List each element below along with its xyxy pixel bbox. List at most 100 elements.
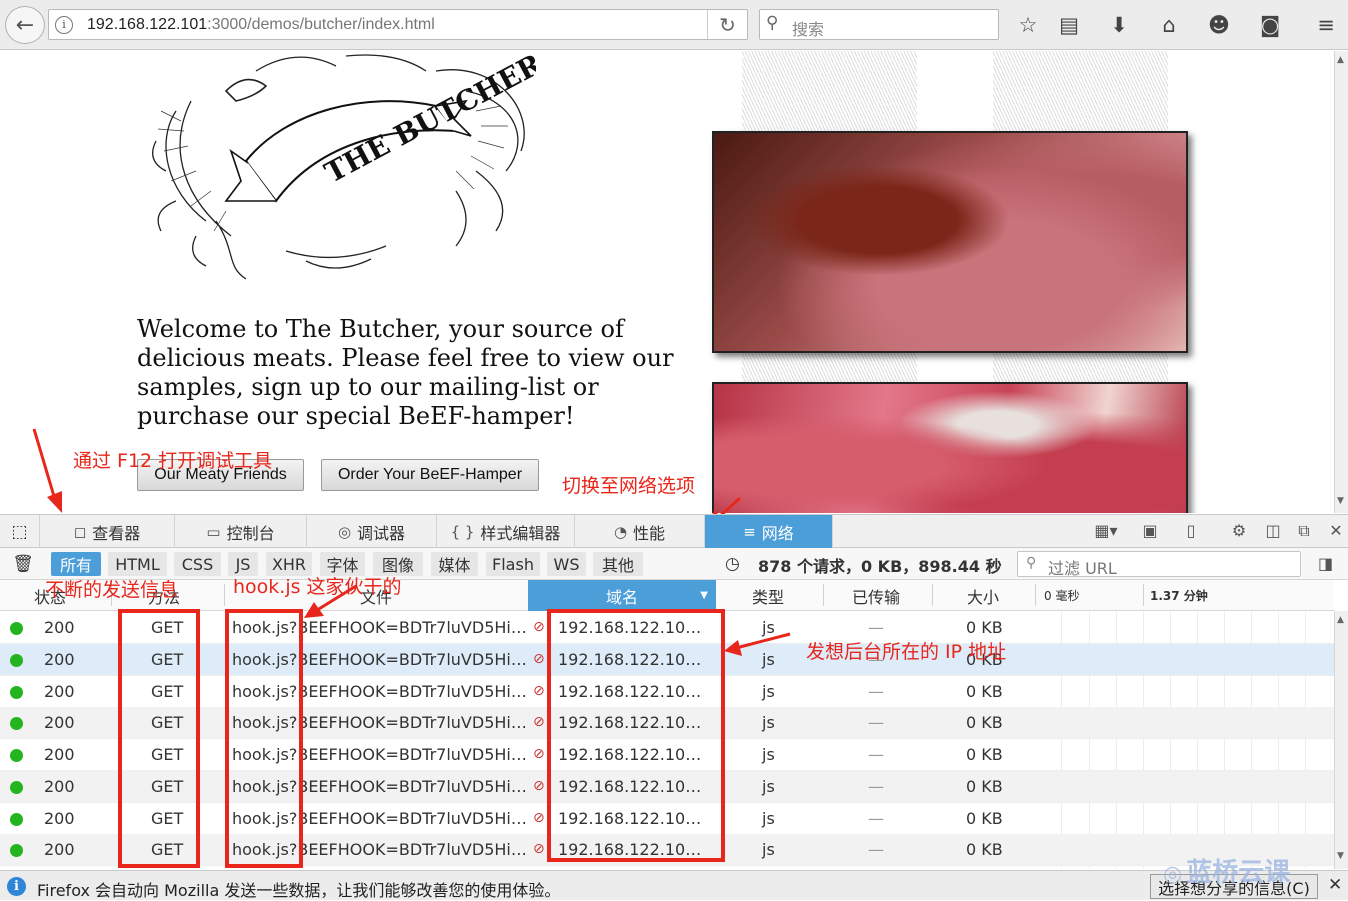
dock-side-icon[interactable]: ◫ xyxy=(1262,520,1284,542)
arrow-annotation xyxy=(724,632,791,656)
status-ok-icon xyxy=(10,685,23,699)
col-domain[interactable]: 域名 ▼ xyxy=(528,580,716,611)
status-cell: 200 xyxy=(44,681,75,701)
page-content: THE BUTCHER Welcome to The Butcher, your… xyxy=(0,51,1334,513)
url-filter-input[interactable]: ⚲ 过滤 URL xyxy=(1017,551,1301,578)
bookmark-star-icon[interactable]: ☆ xyxy=(1014,11,1042,39)
type-cell: js xyxy=(762,840,775,860)
reading-list-icon[interactable]: ▤ xyxy=(1055,11,1083,39)
download-icon[interactable]: ⬇ xyxy=(1105,11,1133,39)
tab-performance[interactable]: ◔ 性能 xyxy=(575,515,705,548)
cloud-icon: ◎ xyxy=(1163,862,1183,887)
status-cell: 200 xyxy=(44,776,75,796)
filter-ws[interactable]: WS xyxy=(547,552,586,576)
pocket-icon[interactable]: ◙ xyxy=(1256,11,1284,39)
size-cell: 0 KB xyxy=(966,618,1003,637)
roast-beef-image xyxy=(712,131,1188,353)
type-cell: js xyxy=(762,776,775,796)
inspector-icon: ◻ xyxy=(73,522,87,541)
tab-debugger[interactable]: ◎ 调试器 xyxy=(307,515,437,548)
close-icon[interactable]: ✕ xyxy=(1328,875,1342,895)
highlight-file-box xyxy=(225,609,303,868)
filter-css[interactable]: CSS xyxy=(174,552,221,576)
style-editor-icon: { } xyxy=(450,522,475,541)
transferred-cell: — xyxy=(868,618,884,637)
type-cell: js xyxy=(762,808,775,828)
responsive-icon[interactable]: ▯ xyxy=(1180,520,1202,542)
transferred-cell: — xyxy=(868,713,884,733)
col-transferred[interactable]: 已传输 xyxy=(852,580,900,611)
order-hamper-button[interactable]: Order Your BeEF-Hamper xyxy=(321,459,539,491)
search-placeholder: 搜索 xyxy=(792,20,825,39)
filter-html[interactable]: HTML xyxy=(108,552,167,576)
status-ok-icon xyxy=(10,717,23,731)
split-console-icon[interactable]: ▣ xyxy=(1139,520,1161,542)
filter-media[interactable]: 媒体 xyxy=(431,552,478,576)
background-texture xyxy=(993,51,1168,131)
background-texture xyxy=(742,351,917,383)
status-cell: 200 xyxy=(44,618,75,637)
sidebar-toggle-icon[interactable]: ◨ xyxy=(1318,554,1333,573)
raw-beef-image xyxy=(712,382,1188,513)
home-icon[interactable]: ⌂ xyxy=(1155,11,1183,39)
debugger-icon: ◎ xyxy=(337,522,352,541)
undock-icon[interactable]: ⧉ xyxy=(1293,520,1315,542)
url-field[interactable]: i 192.168.122.101:3000/demos/butcher/ind… xyxy=(48,9,748,40)
butcher-logo: THE BUTCHER xyxy=(152,51,536,280)
filter-flash[interactable]: Flash xyxy=(486,552,540,576)
url-text: 192.168.122.101:3000/demos/butcher/index… xyxy=(87,16,435,33)
clear-trash-icon[interactable]: 🗑 xyxy=(8,552,38,576)
network-filter-bar: 🗑 所有 HTML CSS JS XHR 字体 图像 媒体 Flash WS 其… xyxy=(0,548,1348,580)
notification-text: Firefox 会自动向 Mozilla 发送一些数据，让我们能够改善您的使用体… xyxy=(37,881,561,900)
status-cell: 200 xyxy=(44,840,75,860)
filter-other[interactable]: 其他 xyxy=(593,552,643,576)
browser-toolbar: ← i 192.168.122.101:3000/demos/butcher/i… xyxy=(0,0,1348,50)
status-ok-icon xyxy=(10,622,23,635)
status-ok-icon xyxy=(10,844,23,858)
tab-style-editor[interactable]: { } 样式编辑器 xyxy=(437,515,575,548)
settings-gear-icon[interactable]: ⚙ xyxy=(1228,520,1250,542)
reload-icon[interactable]: ↻ xyxy=(707,10,747,39)
menu-icon[interactable]: ≡ xyxy=(1312,11,1340,39)
tab-inspector[interactable]: ◻ 查看器 xyxy=(40,515,175,548)
page-scrollbar[interactable]: ▲ ▼ xyxy=(1334,51,1348,513)
console-icon: ▭ xyxy=(206,522,221,541)
highlight-domain-box xyxy=(547,609,725,862)
filter-all[interactable]: 所有 xyxy=(51,552,101,576)
col-size[interactable]: 大小 xyxy=(967,580,999,611)
size-cell: 0 KB xyxy=(966,681,1003,701)
notification-bar: i Firefox 会自动向 Mozilla 发送一些数据，让我们能够改善您的使… xyxy=(0,870,1348,900)
network-table-header: 状态 方法 文件 域名 ▼ 类型 已传输 大小 0 毫秒 1.37 分钟 xyxy=(0,580,1334,611)
col-type[interactable]: 类型 xyxy=(752,580,784,611)
annotation-ip: 发想后台所在的 IP 地址 xyxy=(806,641,1007,663)
search-input[interactable]: ⚲ 搜索 xyxy=(759,9,999,40)
site-info-icon[interactable]: i xyxy=(55,16,73,34)
annotation-switch-network: 切换至网络选项 xyxy=(562,475,696,497)
search-icon: ⚲ xyxy=(766,13,779,33)
element-picker-icon[interactable]: ⬚ xyxy=(0,515,40,548)
arrow-annotation xyxy=(304,584,357,618)
network-icon: ≡ xyxy=(743,522,756,541)
status-ok-icon xyxy=(10,749,23,762)
type-cell: js xyxy=(762,745,775,764)
layout-icon[interactable]: ▦▾ xyxy=(1089,520,1123,542)
chat-icon[interactable]: ☻ xyxy=(1205,11,1233,39)
network-scrollbar[interactable]: ▲ ▼ xyxy=(1334,611,1348,869)
highlight-method-box xyxy=(118,609,200,868)
col-timeline-start: 0 毫秒 xyxy=(1044,589,1080,603)
transferred-cell: — xyxy=(868,745,884,764)
tab-console[interactable]: ▭ 控制台 xyxy=(175,515,307,548)
status-cell: 200 xyxy=(44,649,75,669)
back-arrow-icon[interactable]: ← xyxy=(5,6,45,44)
status-cell: 200 xyxy=(44,808,75,828)
status-ok-icon xyxy=(10,653,23,667)
tab-network[interactable]: ≡ 网络 xyxy=(705,515,833,548)
size-cell: 0 KB xyxy=(966,808,1003,828)
size-cell: 0 KB xyxy=(966,776,1003,796)
close-icon[interactable]: ✕ xyxy=(1325,520,1347,542)
transferred-cell: — xyxy=(868,808,884,828)
url-filter-placeholder: 过滤 URL xyxy=(1048,559,1117,578)
annotation-f12: 通过 F12 打开调试工具 xyxy=(73,450,273,472)
status-cell: 200 xyxy=(44,713,75,733)
background-texture xyxy=(993,351,1168,383)
